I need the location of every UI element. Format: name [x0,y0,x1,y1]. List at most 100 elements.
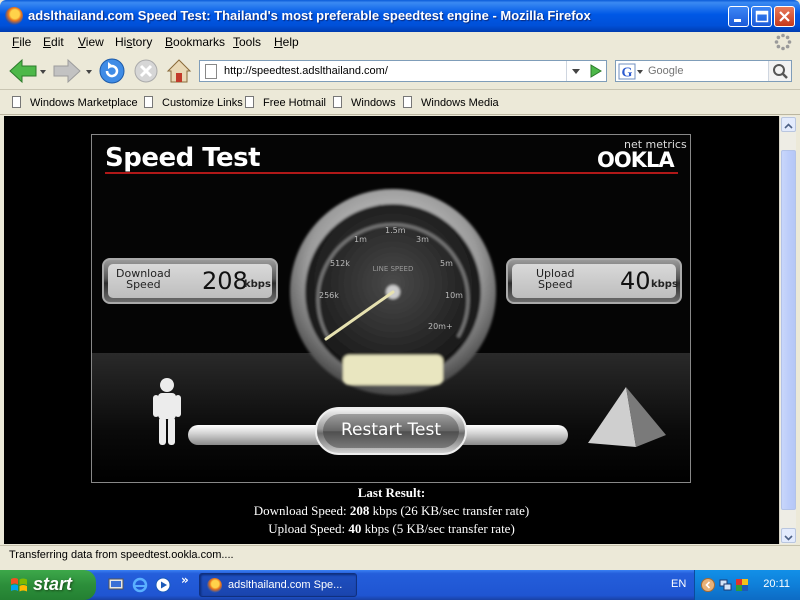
bookmark-label: Windows [351,97,396,109]
bookmark-item[interactable]: Windows Marketplace [12,96,138,109]
search-button[interactable] [768,61,791,81]
bookmarks-toolbar: Windows Marketplace Customize Links Free… [0,91,800,115]
restart-test-button[interactable]: Restart Test [315,407,467,455]
menu-edit[interactable]: Edit [43,35,64,49]
gauge-label: LINE SPEED [373,265,414,273]
last-result-title: Last Result: [357,485,426,500]
forward-arrow-icon [53,58,81,84]
upload-label-line2: Speed [538,278,573,291]
google-g-icon: G [622,66,633,81]
status-bar: Transferring data from speedtest.ookla.c… [0,545,800,565]
menu-tools[interactable]: Tools [233,35,261,49]
menu-access-key: s [126,35,133,49]
bookmark-item[interactable]: Customize Links [144,96,243,109]
upload-suffix: kbps (5 KB/sec transfer rate) [361,521,515,536]
search-engine-selector[interactable]: G [618,63,644,80]
back-button[interactable] [8,58,46,84]
menu-file[interactable]: File [12,35,31,49]
speedtest-title: Speed Test [105,143,261,173]
firefox-window: adslthailand.com Speed Test: Thailand's … [0,0,800,600]
page-icon [333,96,342,108]
start-label: start [33,574,73,594]
quicklaunch-desktop-icon[interactable] [108,577,124,593]
go-button[interactable] [584,61,606,81]
vertical-scrollbar[interactable] [779,116,796,544]
close-button[interactable] [774,6,795,27]
menu-history[interactable]: History [115,35,152,49]
chevron-down-icon [784,535,793,541]
start-button[interactable]: start [0,570,96,600]
minimize-icon [734,19,741,22]
stop-button[interactable] [132,57,160,85]
throbber-icon [774,33,792,51]
download-unit: kbps [244,279,271,290]
menu-access-key: B [165,35,174,49]
maximize-button[interactable] [751,6,772,27]
page-icon [245,96,254,108]
upload-prefix: Upload Speed: [268,521,349,536]
download-value: 208 [202,267,248,295]
back-dropdown-icon [40,70,46,74]
page-icon [205,64,217,79]
gauge-tick: 256k [319,291,339,300]
bookmark-item[interactable]: Windows [333,96,396,109]
url-history-dropdown[interactable] [566,61,584,81]
scroll-thumb[interactable] [781,150,796,510]
scroll-up-button[interactable] [781,117,796,132]
upload-label: Upload Speed [536,268,575,290]
bookmark-item[interactable]: Windows Media [403,96,499,109]
gauge-tick: 3m [416,235,429,244]
last-result-upload: Upload Speed: 40 kbps (5 KB/sec transfer… [4,520,779,538]
speed-gauge: 256k 512k 1m 1.5m 3m 5m 10m 20m+ LINE SP… [290,189,496,395]
menu-bar: File Edit View History Bookmarks Tools H… [0,32,800,52]
quicklaunch-ie-icon[interactable] [132,577,148,593]
gauge-tick: 512k [330,259,350,268]
bookmark-label: Windows Media [421,97,499,109]
taskbar: start » adslthailand.com Spe... EN 20:11 [0,570,800,600]
search-bar: G [615,60,792,82]
gauge-tick: 1m [354,235,367,244]
windows-logo-icon [11,578,27,592]
security-center-icon[interactable] [735,578,749,592]
go-arrow-icon [590,64,602,78]
menu-bookmarks[interactable]: Bookmarks [165,35,225,49]
bookmark-label: Windows Marketplace [30,97,138,109]
upload-result-value: 40 [348,521,362,536]
system-tray: 20:11 [694,570,800,600]
quicklaunch-more[interactable]: » [181,573,189,587]
download-speed-readout: Download Speed 208 kbps [102,258,278,304]
title-bar[interactable]: adslthailand.com Speed Test: Thailand's … [0,0,800,32]
maximize-icon [755,10,769,23]
url-bar[interactable]: http://speedtest.adslthailand.com/ [199,60,607,82]
download-result-value: 208 [349,503,370,518]
chevron-up-icon [784,123,793,129]
home-button[interactable] [165,57,193,85]
url-input[interactable]: http://speedtest.adslthailand.com/ [224,65,388,77]
window-title: adslthailand.com Speed Test: Thailand's … [28,8,591,23]
download-label: Download Speed [116,268,171,290]
reload-button[interactable] [98,57,126,85]
close-icon [779,11,790,22]
bookmark-label: Free Hotmail [263,97,326,109]
taskbar-firefox-item[interactable]: adslthailand.com Spe... [199,573,357,597]
quicklaunch-media-player-icon[interactable] [155,577,171,593]
scroll-down-button[interactable] [781,528,796,543]
gauge-tick: 10m [445,291,463,300]
upload-speed-readout: Upload Speed 40 kbps [506,258,682,304]
page-icon [144,96,153,108]
clock[interactable]: 20:11 [763,578,790,590]
search-input[interactable] [648,62,766,80]
upload-value: 40 [620,267,651,295]
ookla-logo: OOKLA [597,148,675,172]
network-icon[interactable] [719,578,733,592]
menu-help[interactable]: Help [274,35,299,49]
bookmark-item[interactable]: Free Hotmail [245,96,326,109]
language-indicator[interactable]: EN [671,578,686,590]
forward-button[interactable] [52,58,94,84]
restart-test-label: Restart Test [341,420,441,440]
menu-view[interactable]: View [78,35,104,49]
tray-expand-icon[interactable] [701,578,715,592]
person-icon [153,378,181,445]
minimize-button[interactable] [728,6,749,27]
upload-unit: kbps [651,279,678,290]
